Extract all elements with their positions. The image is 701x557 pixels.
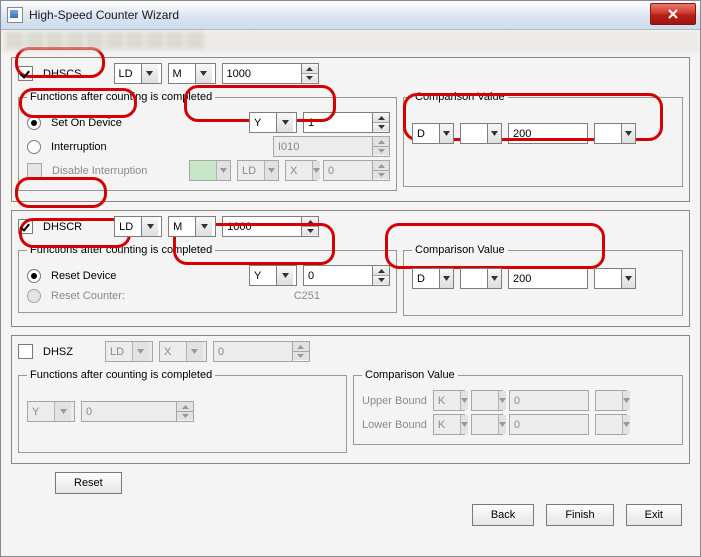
dhscr-resetcnt-label: Reset Counter: [51,290,125,302]
dhsz-lower-mid-select [471,414,503,435]
dhsz-upper-mid-select [471,390,503,411]
dhsz-compare-legend: Comparison Value [362,369,458,381]
dhscs-disable-dev-select [189,160,231,181]
dhsz-out-num-spinner: 0 [81,401,194,422]
dhscr-resetdev-num-spinner[interactable]: 0 [303,265,390,286]
toolbar-placeholder [1,30,700,51]
dhscr-compare-legend: Comparison Value [412,244,508,256]
dhscs-seton-label: Set On Device [51,117,122,129]
dhsz-upper-dev-select: K [433,390,465,411]
dhsz-group: DHSZ LD X 0 Functions after counting is … [11,335,690,464]
dhscs-compare-mid-select[interactable] [460,123,502,144]
close-button[interactable] [650,3,696,25]
dhsz-out-dev-select: Y [27,401,75,422]
spin-down-button[interactable] [302,73,318,82]
reset-button[interactable]: Reset [55,472,122,494]
dhscs-seton-radio[interactable] [27,116,41,130]
dhscr-compare-num-input[interactable]: 200 [508,268,588,289]
dhscr-checkbox[interactable] [18,219,33,234]
dhscs-checkbox[interactable] [18,66,33,81]
dhscs-interrupt-radio[interactable] [27,140,41,154]
chevron-down-icon [146,71,153,76]
dhscr-label: DHSCR [43,221,82,233]
dhsz-value-spinner: 0 [213,341,310,362]
dhscr-functions-legend: Functions after counting is completed [27,244,215,256]
dhscs-functions-legend: Functions after counting is completed [27,91,215,103]
dhscr-resetdev-label: Reset Device [51,270,116,282]
dhscs-compare-dev-select[interactable]: D [412,123,454,144]
spin-up-button[interactable] [302,64,318,73]
titlebar: High-Speed Counter Wizard [1,1,700,30]
dhsz-lower-num-input: 0 [509,414,589,435]
dhsz-functions-legend: Functions after counting is completed [27,369,215,381]
dhscs-compare-legend: Comparison Value [412,91,508,103]
dhscr-compare-dev-select[interactable]: D [412,268,454,289]
dhscs-compare-num-input[interactable]: 200 [508,123,588,144]
window-title: High-Speed Counter Wizard [29,8,179,22]
dhscs-disable-int-label: Disable Interruption [52,165,147,177]
dhscs-compare-group: Comparison Value D 200 [403,91,683,187]
app-icon [7,7,23,23]
dhsz-upper-trail-select [595,390,627,411]
dhscr-resetdev-radio[interactable] [27,269,41,283]
dhsz-functions-group: Functions after counting is completed Y … [18,369,347,453]
dhscr-resetdev-select[interactable]: Y [249,265,297,286]
dhscr-prefix2-select[interactable]: M [168,216,216,237]
dhscr-prefix1-select[interactable]: LD [114,216,162,237]
dhscs-prefix1-select[interactable]: LD [114,63,162,84]
dhscs-seton-num-spinner[interactable]: 1 [303,112,390,133]
dhscs-disable-num-spinner: 0 [323,160,390,181]
dhsz-lower-trail-select [595,414,627,435]
dhscs-compare-trail-select[interactable] [594,123,636,144]
dhscs-group: DHSCS LD M 1000 Functions after counting… [11,57,690,202]
dhsz-upper-label: Upper Bound [362,395,427,407]
dhscs-label: DHSCS [43,68,82,80]
dhscs-disable-p2-select: X [285,160,317,181]
dhscr-compare-group: Comparison Value D 200 [403,244,683,316]
dhsz-checkbox[interactable] [18,344,33,359]
exit-button[interactable]: Exit [626,504,682,526]
dhscr-compare-mid-select[interactable] [460,268,502,289]
dhscs-prefix2-select[interactable]: M [168,63,216,84]
dhscr-group: DHSCR LD M 1000 Functions after counting… [11,210,690,327]
dhsz-prefix1-select: LD [105,341,153,362]
dhscr-value-spinner[interactable]: 1000 [222,216,319,237]
dhsz-lower-label: Lower Bound [362,419,427,431]
dhsz-compare-group: Comparison Value Upper Bound K 0 Lower B… [353,369,683,445]
dhscr-resetcnt-radio [27,289,41,303]
dhscs-disable-p1-select: LD [237,160,279,181]
dhsz-upper-num-input: 0 [509,390,589,411]
dhscr-functions-group: Functions after counting is completed Re… [18,244,397,313]
dhscs-functions-group: Functions after counting is completed Se… [18,91,397,191]
dhscs-interrupt-label: Interruption [51,141,107,153]
dhscs-disable-int-checkbox [27,163,42,178]
close-icon [668,9,678,19]
dhsz-label: DHSZ [43,346,73,358]
dhscs-seton-dev-select[interactable]: Y [249,112,297,133]
dhscs-interrupt-spinner: I010 [273,136,390,157]
dhsz-lower-dev-select: K [433,414,465,435]
dhscs-value-spinner[interactable]: 1000 [222,63,319,84]
finish-button[interactable]: Finish [546,504,613,526]
dhscr-compare-trail-select[interactable] [594,268,636,289]
dhsz-prefix2-select: X [159,341,207,362]
back-button[interactable]: Back [472,504,534,526]
dhscr-resetcnt-value: C251 [294,290,320,302]
